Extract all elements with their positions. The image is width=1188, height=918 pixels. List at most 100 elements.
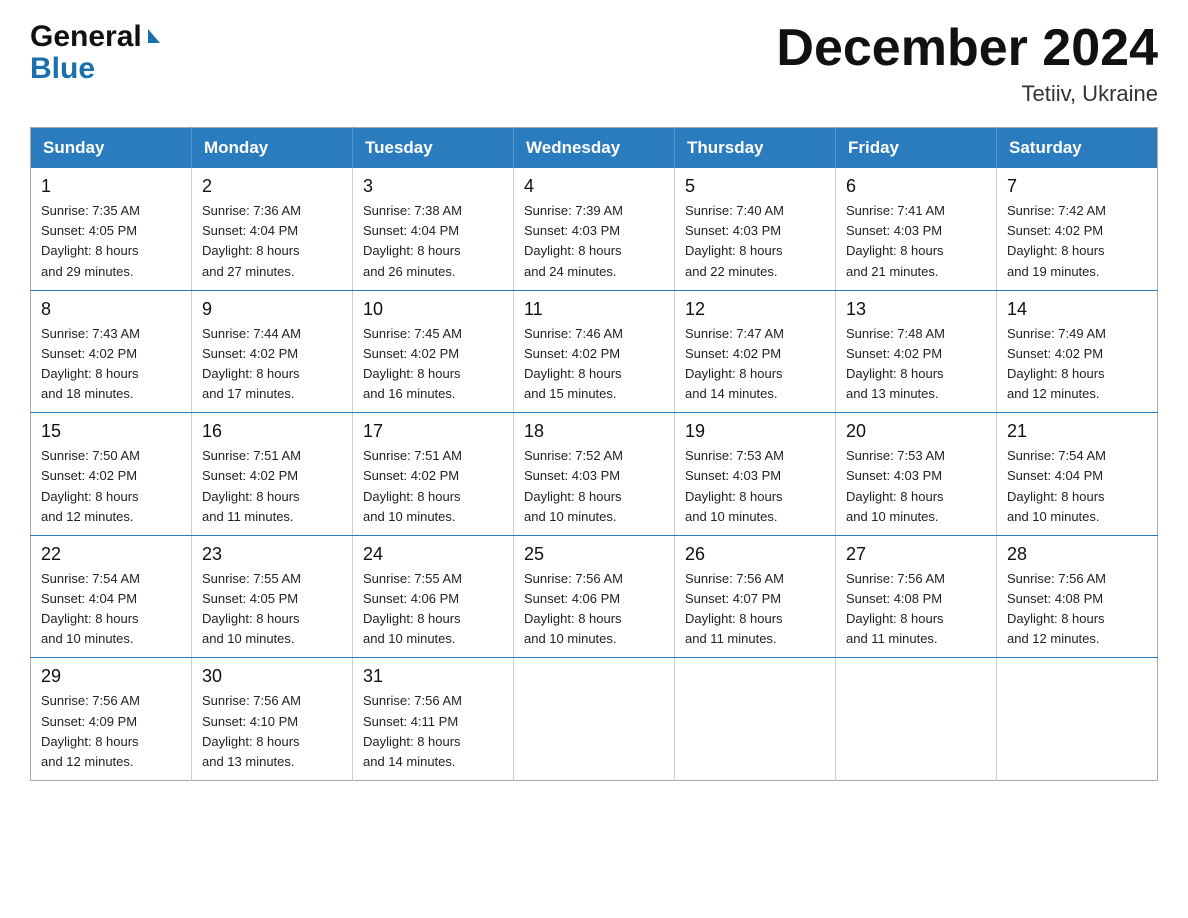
col-thursday: Thursday (675, 128, 836, 169)
day-info: Sunrise: 7:38 AM Sunset: 4:04 PM Dayligh… (363, 201, 503, 282)
calendar-week-row: 22 Sunrise: 7:54 AM Sunset: 4:04 PM Dayl… (31, 535, 1158, 658)
day-info: Sunrise: 7:51 AM Sunset: 4:02 PM Dayligh… (363, 446, 503, 527)
day-number: 15 (41, 421, 181, 442)
day-info: Sunrise: 7:56 AM Sunset: 4:09 PM Dayligh… (41, 691, 181, 772)
day-number: 13 (846, 299, 986, 320)
table-row: 15 Sunrise: 7:50 AM Sunset: 4:02 PM Dayl… (31, 413, 192, 536)
day-info: Sunrise: 7:56 AM Sunset: 4:06 PM Dayligh… (524, 569, 664, 650)
location-text: Tetiiv, Ukraine (776, 81, 1158, 107)
day-info: Sunrise: 7:50 AM Sunset: 4:02 PM Dayligh… (41, 446, 181, 527)
day-info: Sunrise: 7:52 AM Sunset: 4:03 PM Dayligh… (524, 446, 664, 527)
table-row: 22 Sunrise: 7:54 AM Sunset: 4:04 PM Dayl… (31, 535, 192, 658)
calendar-table: Sunday Monday Tuesday Wednesday Thursday… (30, 127, 1158, 781)
table-row: 6 Sunrise: 7:41 AM Sunset: 4:03 PM Dayli… (836, 168, 997, 290)
day-number: 18 (524, 421, 664, 442)
col-wednesday: Wednesday (514, 128, 675, 169)
table-row: 10 Sunrise: 7:45 AM Sunset: 4:02 PM Dayl… (353, 290, 514, 413)
day-number: 20 (846, 421, 986, 442)
col-saturday: Saturday (997, 128, 1158, 169)
logo-general-text: General (30, 20, 142, 54)
table-row: 5 Sunrise: 7:40 AM Sunset: 4:03 PM Dayli… (675, 168, 836, 290)
day-number: 11 (524, 299, 664, 320)
day-number: 31 (363, 666, 503, 687)
day-number: 16 (202, 421, 342, 442)
day-number: 29 (41, 666, 181, 687)
day-info: Sunrise: 7:42 AM Sunset: 4:02 PM Dayligh… (1007, 201, 1147, 282)
day-info: Sunrise: 7:56 AM Sunset: 4:08 PM Dayligh… (846, 569, 986, 650)
day-info: Sunrise: 7:53 AM Sunset: 4:03 PM Dayligh… (846, 446, 986, 527)
day-number: 4 (524, 176, 664, 197)
table-row: 28 Sunrise: 7:56 AM Sunset: 4:08 PM Dayl… (997, 535, 1158, 658)
table-row: 30 Sunrise: 7:56 AM Sunset: 4:10 PM Dayl… (192, 658, 353, 781)
logo-blue-text: Blue (30, 52, 95, 86)
table-row: 8 Sunrise: 7:43 AM Sunset: 4:02 PM Dayli… (31, 290, 192, 413)
day-info: Sunrise: 7:55 AM Sunset: 4:06 PM Dayligh… (363, 569, 503, 650)
table-row (836, 658, 997, 781)
day-number: 10 (363, 299, 503, 320)
table-row: 31 Sunrise: 7:56 AM Sunset: 4:11 PM Dayl… (353, 658, 514, 781)
day-number: 8 (41, 299, 181, 320)
day-info: Sunrise: 7:43 AM Sunset: 4:02 PM Dayligh… (41, 324, 181, 405)
page-header: General Blue December 2024 Tetiiv, Ukrai… (30, 20, 1158, 107)
day-info: Sunrise: 7:51 AM Sunset: 4:02 PM Dayligh… (202, 446, 342, 527)
logo-triangle-icon (148, 29, 160, 43)
day-number: 12 (685, 299, 825, 320)
table-row: 11 Sunrise: 7:46 AM Sunset: 4:02 PM Dayl… (514, 290, 675, 413)
month-title: December 2024 (776, 20, 1158, 77)
day-number: 24 (363, 544, 503, 565)
table-row (675, 658, 836, 781)
table-row: 16 Sunrise: 7:51 AM Sunset: 4:02 PM Dayl… (192, 413, 353, 536)
table-row: 12 Sunrise: 7:47 AM Sunset: 4:02 PM Dayl… (675, 290, 836, 413)
calendar-week-row: 8 Sunrise: 7:43 AM Sunset: 4:02 PM Dayli… (31, 290, 1158, 413)
day-info: Sunrise: 7:44 AM Sunset: 4:02 PM Dayligh… (202, 324, 342, 405)
day-info: Sunrise: 7:46 AM Sunset: 4:02 PM Dayligh… (524, 324, 664, 405)
table-row: 14 Sunrise: 7:49 AM Sunset: 4:02 PM Dayl… (997, 290, 1158, 413)
table-row: 24 Sunrise: 7:55 AM Sunset: 4:06 PM Dayl… (353, 535, 514, 658)
day-info: Sunrise: 7:56 AM Sunset: 4:08 PM Dayligh… (1007, 569, 1147, 650)
day-number: 23 (202, 544, 342, 565)
day-info: Sunrise: 7:56 AM Sunset: 4:11 PM Dayligh… (363, 691, 503, 772)
calendar-week-row: 15 Sunrise: 7:50 AM Sunset: 4:02 PM Dayl… (31, 413, 1158, 536)
table-row: 1 Sunrise: 7:35 AM Sunset: 4:05 PM Dayli… (31, 168, 192, 290)
day-info: Sunrise: 7:45 AM Sunset: 4:02 PM Dayligh… (363, 324, 503, 405)
day-number: 9 (202, 299, 342, 320)
day-number: 5 (685, 176, 825, 197)
day-info: Sunrise: 7:41 AM Sunset: 4:03 PM Dayligh… (846, 201, 986, 282)
day-info: Sunrise: 7:54 AM Sunset: 4:04 PM Dayligh… (41, 569, 181, 650)
table-row: 26 Sunrise: 7:56 AM Sunset: 4:07 PM Dayl… (675, 535, 836, 658)
day-info: Sunrise: 7:53 AM Sunset: 4:03 PM Dayligh… (685, 446, 825, 527)
table-row: 18 Sunrise: 7:52 AM Sunset: 4:03 PM Dayl… (514, 413, 675, 536)
day-number: 28 (1007, 544, 1147, 565)
day-info: Sunrise: 7:48 AM Sunset: 4:02 PM Dayligh… (846, 324, 986, 405)
day-info: Sunrise: 7:56 AM Sunset: 4:10 PM Dayligh… (202, 691, 342, 772)
day-number: 14 (1007, 299, 1147, 320)
table-row: 4 Sunrise: 7:39 AM Sunset: 4:03 PM Dayli… (514, 168, 675, 290)
table-row (997, 658, 1158, 781)
table-row: 13 Sunrise: 7:48 AM Sunset: 4:02 PM Dayl… (836, 290, 997, 413)
col-friday: Friday (836, 128, 997, 169)
table-row: 9 Sunrise: 7:44 AM Sunset: 4:02 PM Dayli… (192, 290, 353, 413)
day-info: Sunrise: 7:39 AM Sunset: 4:03 PM Dayligh… (524, 201, 664, 282)
day-info: Sunrise: 7:40 AM Sunset: 4:03 PM Dayligh… (685, 201, 825, 282)
day-number: 21 (1007, 421, 1147, 442)
day-number: 27 (846, 544, 986, 565)
day-number: 7 (1007, 176, 1147, 197)
day-number: 6 (846, 176, 986, 197)
table-row: 7 Sunrise: 7:42 AM Sunset: 4:02 PM Dayli… (997, 168, 1158, 290)
table-row: 23 Sunrise: 7:55 AM Sunset: 4:05 PM Dayl… (192, 535, 353, 658)
col-monday: Monday (192, 128, 353, 169)
day-info: Sunrise: 7:47 AM Sunset: 4:02 PM Dayligh… (685, 324, 825, 405)
table-row: 19 Sunrise: 7:53 AM Sunset: 4:03 PM Dayl… (675, 413, 836, 536)
table-row: 17 Sunrise: 7:51 AM Sunset: 4:02 PM Dayl… (353, 413, 514, 536)
table-row: 3 Sunrise: 7:38 AM Sunset: 4:04 PM Dayli… (353, 168, 514, 290)
day-info: Sunrise: 7:56 AM Sunset: 4:07 PM Dayligh… (685, 569, 825, 650)
table-row: 2 Sunrise: 7:36 AM Sunset: 4:04 PM Dayli… (192, 168, 353, 290)
day-info: Sunrise: 7:49 AM Sunset: 4:02 PM Dayligh… (1007, 324, 1147, 405)
day-info: Sunrise: 7:54 AM Sunset: 4:04 PM Dayligh… (1007, 446, 1147, 527)
day-info: Sunrise: 7:36 AM Sunset: 4:04 PM Dayligh… (202, 201, 342, 282)
day-number: 26 (685, 544, 825, 565)
table-row (514, 658, 675, 781)
col-tuesday: Tuesday (353, 128, 514, 169)
day-number: 1 (41, 176, 181, 197)
col-sunday: Sunday (31, 128, 192, 169)
